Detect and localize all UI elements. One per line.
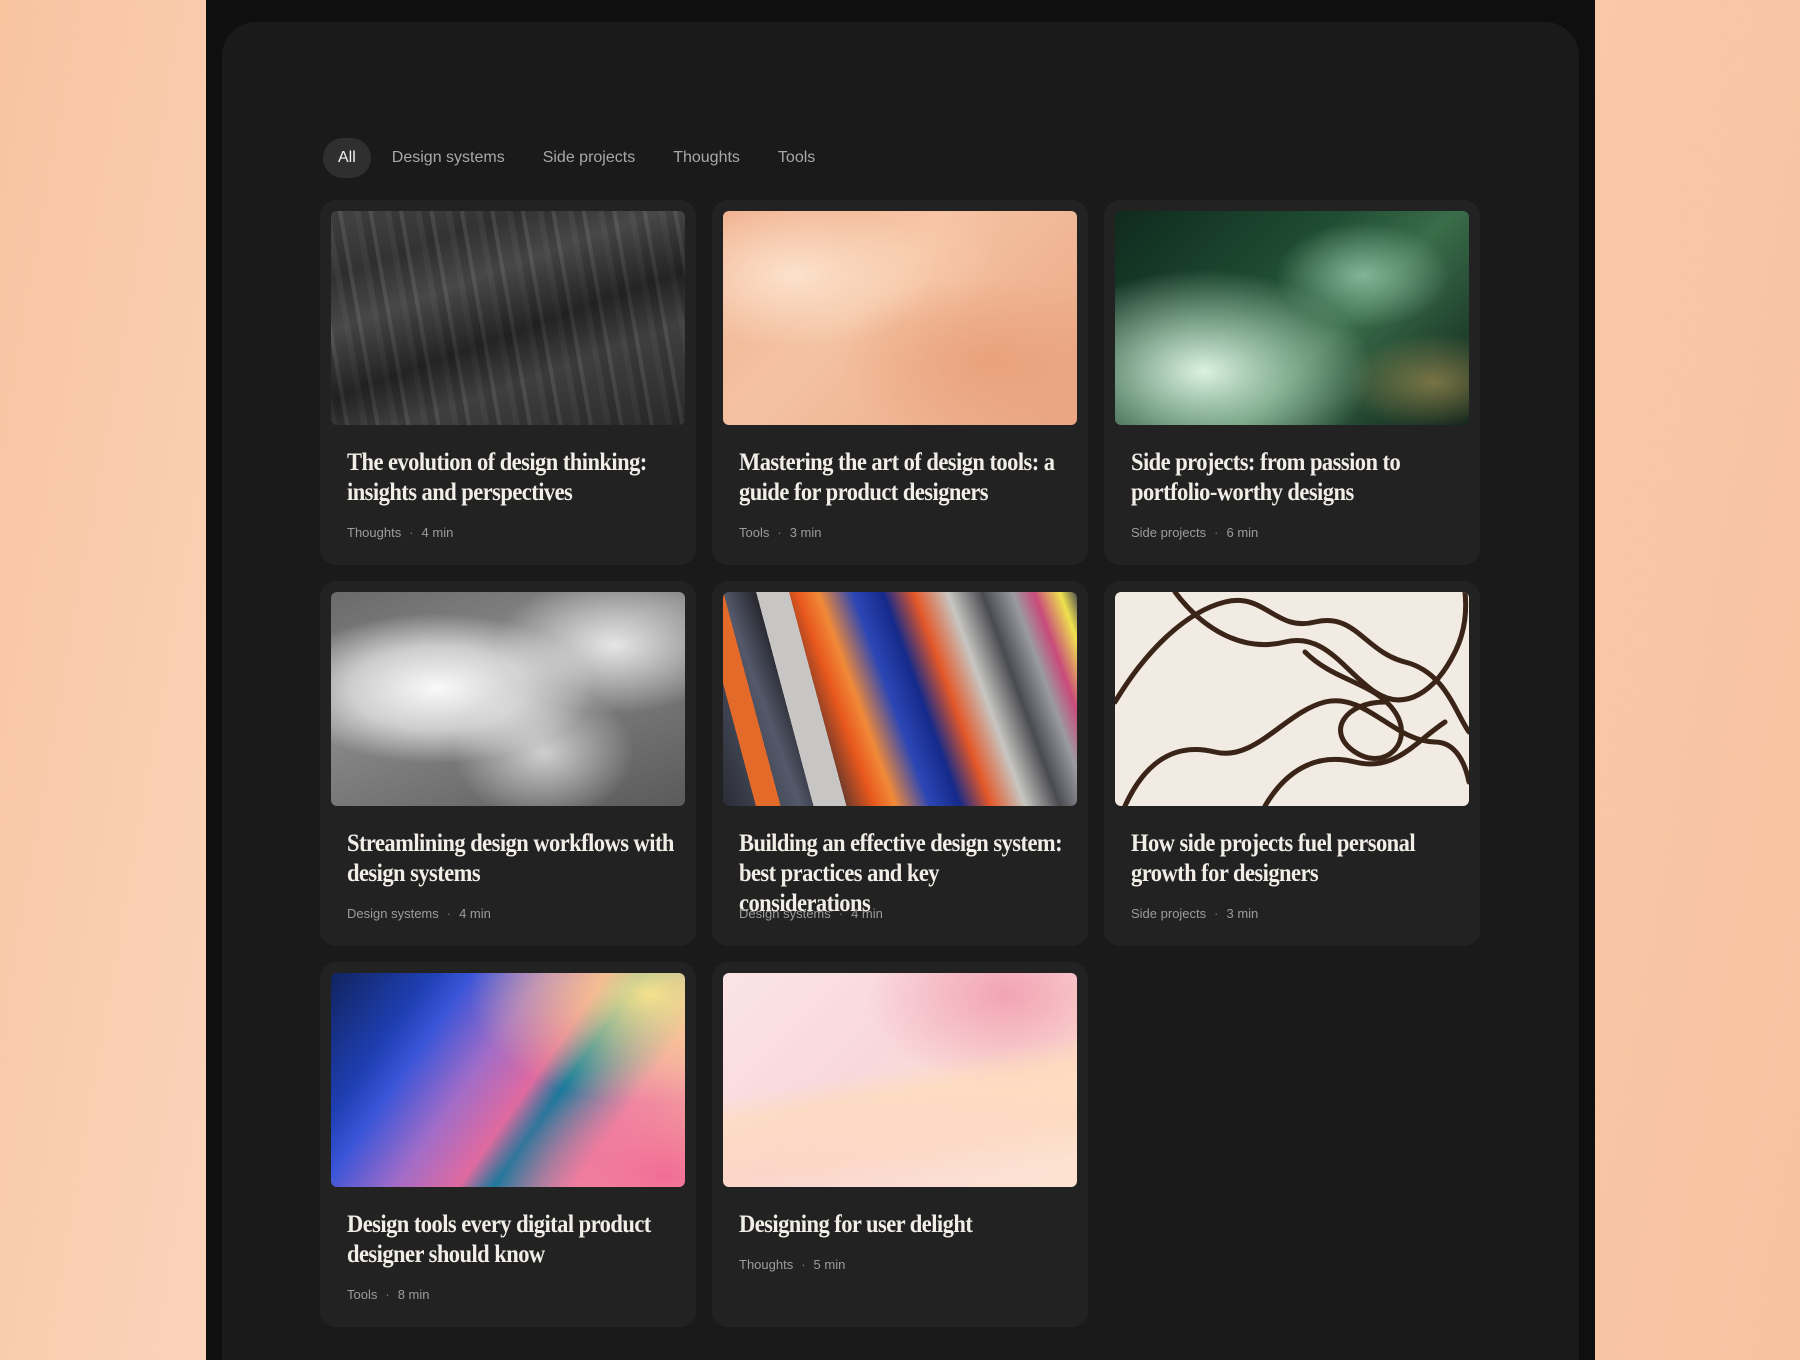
article-meta: Thoughts · 4 min	[347, 525, 453, 540]
tab-design-systems[interactable]: Design systems	[375, 138, 522, 178]
article-meta: Design systems · 4 min	[347, 906, 491, 921]
meta-separator: ·	[1214, 906, 1219, 921]
article-read-time: 4 min	[459, 906, 491, 921]
meta-separator: ·	[838, 906, 844, 921]
article-category: Thoughts	[739, 1257, 794, 1272]
article-thumbnail	[1115, 592, 1469, 806]
article-category: Thoughts	[347, 525, 402, 540]
article-card[interactable]: Designing for user delight Thoughts · 5 …	[712, 962, 1088, 1327]
article-title: Side projects: from passion to portfolio…	[1131, 449, 1401, 506]
article-title: Designing for user delight	[739, 1211, 973, 1238]
article-read-time: 6 min	[1226, 525, 1259, 540]
article-card[interactable]: Streamlining design workflows with desig…	[320, 581, 696, 946]
article-read-time: 3 min	[789, 525, 822, 540]
article-title: How side projects fuel personal growth f…	[1131, 830, 1416, 887]
article-card[interactable]: Building an effective design system: bes…	[712, 581, 1088, 946]
article-title: Mastering the art of design tools: a gui…	[739, 449, 1055, 506]
article-thumbnail	[1115, 211, 1469, 425]
article-grid: The evolution of design thinking: insigh…	[320, 200, 1480, 1327]
blog-screen: All Design systems Side projects Thought…	[222, 22, 1579, 1360]
article-thumbnail	[331, 592, 685, 806]
article-read-time: 8 min	[397, 1287, 430, 1302]
meta-separator: ·	[1214, 525, 1219, 540]
article-meta: Tools · 8 min	[347, 1287, 430, 1302]
article-read-time: 3 min	[1226, 906, 1259, 921]
meta-separator: ·	[801, 1257, 806, 1272]
category-filter-tabs: All Design systems Side projects Thought…	[323, 138, 832, 178]
article-title: Design tools every digital product desig…	[347, 1211, 651, 1268]
article-card[interactable]: Mastering the art of design tools: a gui…	[712, 200, 1088, 565]
article-thumbnail	[723, 592, 1077, 806]
article-thumbnail	[331, 973, 685, 1187]
article-title: The evolution of design thinking: insigh…	[347, 449, 647, 506]
article-meta: Side projects · 6 min	[1131, 525, 1258, 540]
article-card[interactable]: Design tools every digital product desig…	[320, 962, 696, 1327]
article-category: Design systems	[347, 906, 439, 921]
meta-separator: ·	[409, 525, 414, 540]
article-read-time: 5 min	[813, 1257, 846, 1272]
article-thumbnail	[723, 973, 1077, 1187]
article-meta: Tools · 3 min	[739, 525, 822, 540]
article-read-time: 4 min	[851, 906, 883, 921]
meta-separator: ·	[446, 906, 452, 921]
article-meta: Side projects · 3 min	[1131, 906, 1258, 921]
article-category: Side projects	[1131, 906, 1207, 921]
meta-separator: ·	[777, 525, 782, 540]
article-category: Side projects	[1131, 525, 1207, 540]
device-frame: All Design systems Side projects Thought…	[206, 0, 1595, 1360]
tab-thoughts[interactable]: Thoughts	[656, 138, 757, 178]
article-read-time: 4 min	[421, 525, 454, 540]
article-thumbnail	[331, 211, 685, 425]
article-card[interactable]: How side projects fuel personal growth f…	[1104, 581, 1480, 946]
article-category: Design systems	[739, 906, 831, 921]
article-thumbnail	[723, 211, 1077, 425]
meta-separator: ·	[385, 1287, 390, 1302]
article-title: Streamlining design workflows with desig…	[347, 830, 674, 887]
article-category: Tools	[739, 525, 770, 540]
article-meta: Design systems · 4 min	[739, 906, 883, 921]
article-category: Tools	[347, 1287, 378, 1302]
tab-tools[interactable]: Tools	[761, 138, 832, 178]
tab-all[interactable]: All	[323, 138, 371, 178]
tab-side-projects[interactable]: Side projects	[526, 138, 653, 178]
article-card[interactable]: Side projects: from passion to portfolio…	[1104, 200, 1480, 565]
article-card[interactable]: The evolution of design thinking: insigh…	[320, 200, 696, 565]
article-meta: Thoughts · 5 min	[739, 1257, 845, 1272]
line-drawing-graphic	[1115, 592, 1469, 806]
